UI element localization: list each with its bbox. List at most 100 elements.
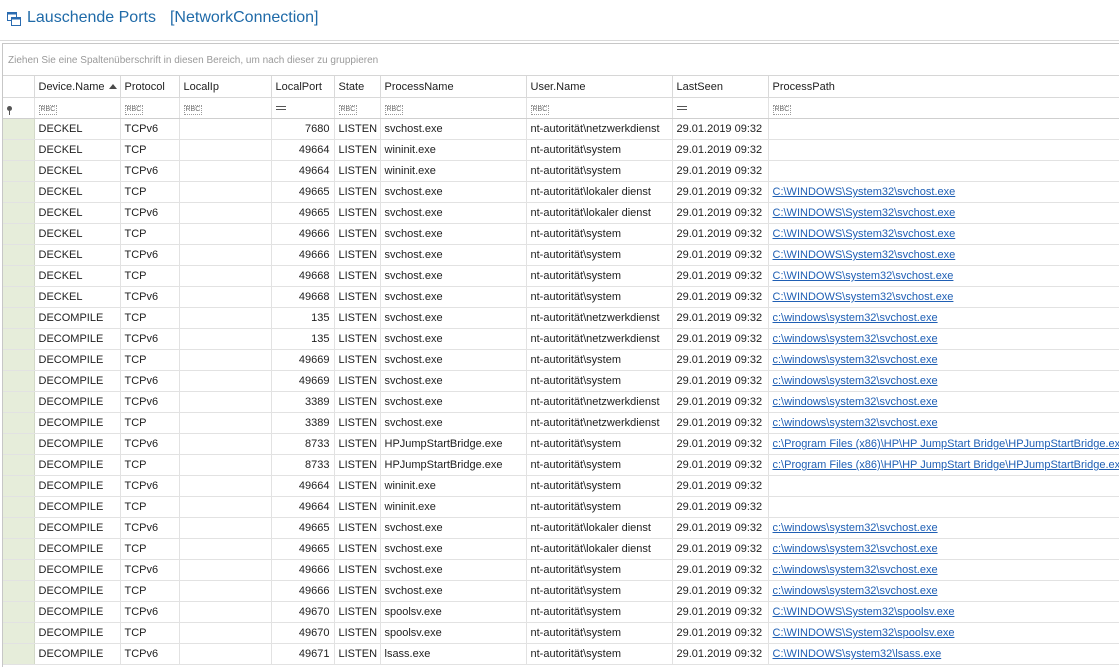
row-indicator[interactable] <box>3 139 35 161</box>
filter-cell-state[interactable]: RBC <box>334 97 381 119</box>
cell-path[interactable]: c:\Program Files (x86)\HP\HP JumpStart B… <box>768 454 1119 476</box>
filter-cell-protocol[interactable]: RBC <box>120 97 180 119</box>
group-by-panel[interactable]: Ziehen Sie eine Spaltenüberschrift in di… <box>3 44 1119 76</box>
table-row[interactable]: DECOMPILE TCPv6 49665 LISTEN svchost.exe nt-a… <box>3 517 1119 539</box>
table-row[interactable]: DECOMPILE TCP 49666 LISTEN svchost.exe nt-aut… <box>3 580 1119 602</box>
cell-state: LISTEN <box>334 391 381 413</box>
table-row[interactable]: DECOMPILE TCP 49670 LISTEN spoolsv.exe nt-aut… <box>3 622 1119 644</box>
row-indicator[interactable] <box>3 391 35 413</box>
row-indicator[interactable] <box>3 286 35 308</box>
column-header-user[interactable]: User.Name <box>526 76 673 98</box>
table-row[interactable]: DECKEL TCP 49666 LISTEN svchost.exe nt-autori… <box>3 223 1119 245</box>
cell-path[interactable]: c:\windows\system32\svchost.exe <box>768 580 1119 602</box>
column-header-lastseen[interactable]: LastSeen <box>672 76 769 98</box>
table-row[interactable]: DECOMPILE TCPv6 49671 LISTEN lsass.exe nt-aut… <box>3 643 1119 665</box>
cell-path[interactable]: C:\WINDOWS\System32\spoolsv.exe <box>768 601 1119 623</box>
cell-path[interactable]: C:\WINDOWS\system32\lsass.exe <box>768 643 1119 665</box>
cell-path[interactable]: c:\windows\system32\svchost.exe <box>768 307 1119 329</box>
column-header-localport[interactable]: LocalPort <box>271 76 335 98</box>
row-indicator[interactable] <box>3 118 35 140</box>
row-indicator[interactable] <box>3 181 35 203</box>
table-row[interactable]: DECOMPILE TCP 3389 LISTEN svchost.exe nt-auto… <box>3 412 1119 434</box>
table-row[interactable]: DECOMPILE TCPv6 49664 LISTEN wininit.exe nt-a… <box>3 475 1119 497</box>
table-row[interactable]: DECKEL TCPv6 49664 LISTEN wininit.exe nt-auto… <box>3 160 1119 182</box>
filter-cell-path[interactable]: RBC <box>768 97 1119 119</box>
cell-path[interactable]: c:\windows\system32\svchost.exe <box>768 412 1119 434</box>
cell-path[interactable]: C:\WINDOWS\system32\svchost.exe <box>768 286 1119 308</box>
table-row[interactable]: DECOMPILE TCP 49665 LISTEN svchost.exe nt-aut… <box>3 538 1119 560</box>
table-row[interactable]: DECOMPILE TCPv6 3389 LISTEN svchost.exe nt-au… <box>3 391 1119 413</box>
table-row[interactable]: DECOMPILE TCPv6 49669 LISTEN svchost.exe nt-a… <box>3 370 1119 392</box>
cell-path[interactable]: C:\WINDOWS\System32\svchost.exe <box>768 181 1119 203</box>
cell-path[interactable]: c:\Program Files (x86)\HP\HP JumpStart B… <box>768 433 1119 455</box>
row-indicator[interactable] <box>3 223 35 245</box>
filter-cell-user[interactable]: RBC <box>526 97 673 119</box>
cell-protocol: TCPv6 <box>120 559 180 581</box>
row-indicator[interactable] <box>3 202 35 224</box>
table-row[interactable]: DECOMPILE TCP 49664 LISTEN wininit.exe nt-aut… <box>3 496 1119 518</box>
column-header-protocol[interactable]: Protocol <box>120 76 180 98</box>
table-row[interactable]: DECOMPILE TCPv6 49670 LISTEN spoolsv.exe nt-a… <box>3 601 1119 623</box>
column-header-localip[interactable]: LocalIp <box>179 76 272 98</box>
cell-path[interactable]: c:\windows\system32\svchost.exe <box>768 328 1119 350</box>
table-row[interactable]: DECKEL TCPv6 49666 LISTEN svchost.exe nt-auto… <box>3 244 1119 266</box>
auto-filter-row: RBC RBC RBC RBC RBC RBC RBC <box>3 97 1119 119</box>
row-indicator[interactable] <box>3 538 35 560</box>
table-row[interactable]: DECKEL TCP 49664 LISTEN wininit.exe nt-autori… <box>3 139 1119 161</box>
column-header-label: ProcessName <box>384 80 454 93</box>
filter-cell-localip[interactable]: RBC <box>179 97 272 119</box>
cell-path[interactable]: C:\WINDOWS\system32\svchost.exe <box>768 265 1119 287</box>
row-indicator[interactable] <box>3 370 35 392</box>
table-row[interactable]: DECOMPILE TCPv6 135 LISTEN svchost.exe nt-aut… <box>3 328 1119 350</box>
filter-cell-process[interactable]: RBC <box>380 97 527 119</box>
row-indicator[interactable] <box>3 475 35 497</box>
filter-cell-localport[interactable] <box>271 97 335 119</box>
row-indicator[interactable] <box>3 265 35 287</box>
column-header-process[interactable]: ProcessName <box>380 76 527 98</box>
row-indicator[interactable] <box>3 307 35 329</box>
table-row[interactable]: DECOMPILE TCPv6 8733 LISTEN HPJumpStartBridg… <box>3 433 1119 455</box>
row-indicator[interactable] <box>3 601 35 623</box>
cell-path[interactable]: C:\WINDOWS\System32\svchost.exe <box>768 244 1119 266</box>
table-row[interactable]: DECKEL TCP 49668 LISTEN svchost.exe nt-autori… <box>3 265 1119 287</box>
row-indicator[interactable] <box>3 517 35 539</box>
row-indicator[interactable] <box>3 160 35 182</box>
row-indicator[interactable] <box>3 559 35 581</box>
cell-path[interactable]: C:\WINDOWS\System32\svchost.exe <box>768 223 1119 245</box>
table-row[interactable]: DECKEL TCPv6 49668 LISTEN svchost.exe nt-auto… <box>3 286 1119 308</box>
row-indicator[interactable] <box>3 643 35 665</box>
cell-path[interactable]: c:\windows\system32\svchost.exe <box>768 517 1119 539</box>
column-header-device[interactable]: Device.Name <box>34 76 121 98</box>
table-row[interactable]: DECKEL TCPv6 49665 LISTEN svchost.exe nt-auto… <box>3 202 1119 224</box>
cell-path[interactable]: c:\windows\system32\svchost.exe <box>768 559 1119 581</box>
row-indicator[interactable] <box>3 349 35 371</box>
table-row[interactable]: DECOMPILE TCP 135 LISTEN svchost.exe nt-autor… <box>3 307 1119 329</box>
filter-cell-device[interactable]: RBC <box>34 97 121 119</box>
cell-path[interactable]: c:\windows\system32\svchost.exe <box>768 391 1119 413</box>
row-indicator[interactable] <box>3 433 35 455</box>
table-row[interactable]: DECOMPILE TCP 49669 LISTEN svchost.exe nt-aut… <box>3 349 1119 371</box>
cell-path[interactable]: c:\windows\system32\svchost.exe <box>768 370 1119 392</box>
row-indicator[interactable] <box>3 622 35 644</box>
table-row[interactable]: DECOMPILE TCP 8733 LISTEN HPJumpStartBridge.… <box>3 454 1119 476</box>
column-header-path[interactable]: ProcessPath <box>768 76 1119 98</box>
table-row[interactable]: DECOMPILE TCPv6 49666 LISTEN svchost.exe nt-a… <box>3 559 1119 581</box>
row-indicator[interactable] <box>3 244 35 266</box>
row-indicator[interactable] <box>3 454 35 476</box>
cell-path[interactable]: c:\windows\system32\svchost.exe <box>768 349 1119 371</box>
cell-path[interactable]: c:\windows\system32\svchost.exe <box>768 538 1119 560</box>
row-indicator[interactable] <box>3 580 35 602</box>
filter-cell-lastseen[interactable] <box>672 97 769 119</box>
cell-lastseen: 29.01.2019 09:32 <box>672 517 769 539</box>
row-indicator[interactable] <box>3 412 35 434</box>
row-indicator[interactable] <box>3 496 35 518</box>
cell-path[interactable]: C:\WINDOWS\System32\svchost.exe <box>768 202 1119 224</box>
table-row[interactable]: DECKEL TCP 49665 LISTEN svchost.exe nt-autori… <box>3 181 1119 203</box>
cell-state: LISTEN <box>334 244 381 266</box>
cell-path[interactable]: C:\WINDOWS\System32\spoolsv.exe <box>768 622 1119 644</box>
cell-process: svchost.exe <box>380 286 527 308</box>
cell-process: svchost.exe <box>380 223 527 245</box>
row-indicator[interactable] <box>3 328 35 350</box>
column-header-state[interactable]: State <box>334 76 381 98</box>
table-row[interactable]: DECKEL TCPv6 7680 LISTEN svchost.exe nt-autor… <box>3 118 1119 140</box>
